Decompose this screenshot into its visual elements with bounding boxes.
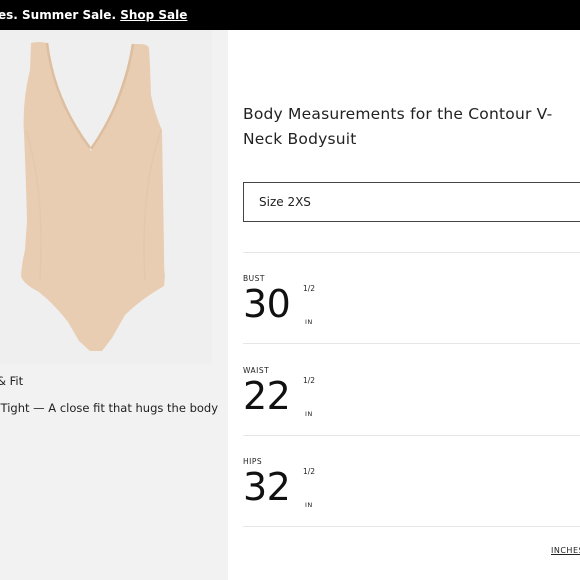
measurement-waist: WAIST 22 1/2 IN xyxy=(243,366,573,456)
units-toggle-link[interactable]: INCHES xyxy=(551,546,580,555)
measurement-fraction: 1/2 xyxy=(303,467,316,476)
shop-sale-link[interactable]: Shop Sale xyxy=(120,8,187,22)
bodysuit-image xyxy=(0,30,212,364)
promo-message: es. Summer Sale. xyxy=(0,8,121,22)
measurement-unit: IN xyxy=(305,318,313,326)
measurement-value: 30 xyxy=(243,282,291,326)
measurement-unit: IN xyxy=(305,501,313,509)
size-guide-title: Body Measurements for the Contour V-Neck… xyxy=(243,105,553,148)
size-guide-panel: Body Measurements for the Contour V-Neck… xyxy=(228,30,580,580)
measurement-unit: IN xyxy=(305,410,313,418)
measurement-fraction: 1/2 xyxy=(303,376,316,385)
promo-banner: es. Summer Sale. Shop Sale xyxy=(0,0,580,30)
measurement-fraction: 1/2 xyxy=(303,284,316,293)
divider xyxy=(243,526,580,527)
divider xyxy=(243,343,580,344)
fit-heading: & Fit xyxy=(0,374,24,388)
measurement-bust: BUST 30 1/2 IN xyxy=(243,274,573,364)
promo-text: es. Summer Sale. Shop Sale xyxy=(0,0,187,30)
product-image xyxy=(0,30,212,364)
measurement-value: 22 xyxy=(243,374,291,418)
divider xyxy=(243,252,580,253)
fit-description: : Tight — A close fit that hugs the body xyxy=(0,401,219,415)
divider xyxy=(243,435,580,436)
measurement-hips: HIPS 32 1/2 IN xyxy=(243,457,573,547)
size-selector[interactable]: Size 2XS xyxy=(243,182,580,222)
measurement-value: 32 xyxy=(243,465,291,509)
